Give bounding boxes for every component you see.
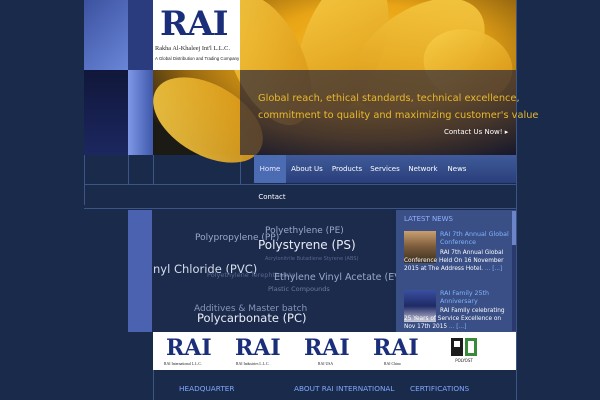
logo-polyost[interactable]: POLYOST: [449, 336, 479, 366]
frame-line: [516, 0, 517, 400]
nav-item-home[interactable]: Home: [254, 155, 286, 183]
logo-rai-china[interactable]: RAI: [373, 335, 419, 361]
logo[interactable]: RAI: [160, 4, 234, 44]
company-name: Rakha Al-Khaleej Int'l L.L.C.: [155, 45, 230, 52]
frame-line: [84, 208, 516, 209]
news-more-link[interactable]: ... [...]: [449, 324, 466, 330]
decor-square: [128, 70, 153, 155]
news-body: RAI Family celebrating 25 Years of Servi…: [404, 308, 505, 330]
nav-item-contact[interactable]: Contact: [254, 186, 290, 208]
logo-caption: RAI International L.L.C.: [164, 362, 202, 366]
logo-caption: RAI USA: [318, 362, 334, 366]
logo-caption: RAI Industries L.L.C.: [236, 362, 270, 366]
company-tagline: A Global Distribution and Trading Compan…: [155, 56, 240, 61]
decor-stripe: [128, 210, 152, 332]
frame-line: [84, 155, 85, 205]
logo-rai-international[interactable]: RAI: [166, 335, 212, 361]
nav-item-products[interactable]: Products: [328, 155, 366, 183]
nav-item-services[interactable]: Services: [368, 155, 402, 183]
frame-line: [84, 184, 516, 185]
frame-line: [153, 155, 154, 185]
frame-line: [153, 370, 154, 400]
news-body: RAI 7th Annual Global Conference Held On…: [404, 250, 504, 272]
product-word[interactable]: Plastic Compounds: [268, 285, 330, 293]
product-word[interactable]: Polystyrene (PS): [258, 238, 356, 252]
logo-rai-usa[interactable]: RAI: [304, 335, 350, 361]
news-more-link[interactable]: ... [...]: [485, 266, 502, 272]
hero-tagline-line1: Global reach, ethical standards, technic…: [258, 93, 520, 104]
news-headline[interactable]: RAI 7th Annual Global Conference: [440, 231, 510, 247]
logo-rai-industries[interactable]: RAI: [235, 335, 281, 361]
logo-caption: RAI China: [384, 362, 401, 366]
hero-tagline-line2: commitment to quality and maximizing cus…: [258, 110, 539, 121]
news-headline[interactable]: RAI Family 25th Anniversary: [440, 290, 510, 306]
product-word[interactable]: Acrylonitrile Butadiene Styrene (ABS): [265, 256, 358, 262]
frame-line: [128, 155, 129, 185]
contact-us-link[interactable]: Contact Us Now! ▸: [444, 128, 508, 136]
nav-item-about-us[interactable]: About Us: [288, 155, 326, 183]
nav-item-network[interactable]: Network: [405, 155, 441, 183]
latest-news-title: LATEST NEWS: [404, 215, 453, 223]
polyost-label: POLYOST: [455, 358, 473, 363]
product-word[interactable]: Polycarbonate (PC): [197, 311, 307, 325]
footer-certifications[interactable]: CERTIFICATIONS: [410, 384, 469, 393]
decor-square: [84, 70, 128, 155]
news-scrollbar-thumb[interactable]: [512, 211, 516, 245]
nav-item-news[interactable]: News: [444, 155, 470, 183]
decor-square: [128, 0, 153, 70]
decor-square: [84, 0, 128, 70]
product-word[interactable]: Ethylene Vinyl Acetate (EVA: [274, 272, 407, 283]
footer-headquarter[interactable]: HEADQUARTER: [179, 384, 234, 393]
footer-about-rai[interactable]: ABOUT RAI INTERNATIONAL: [294, 384, 394, 393]
